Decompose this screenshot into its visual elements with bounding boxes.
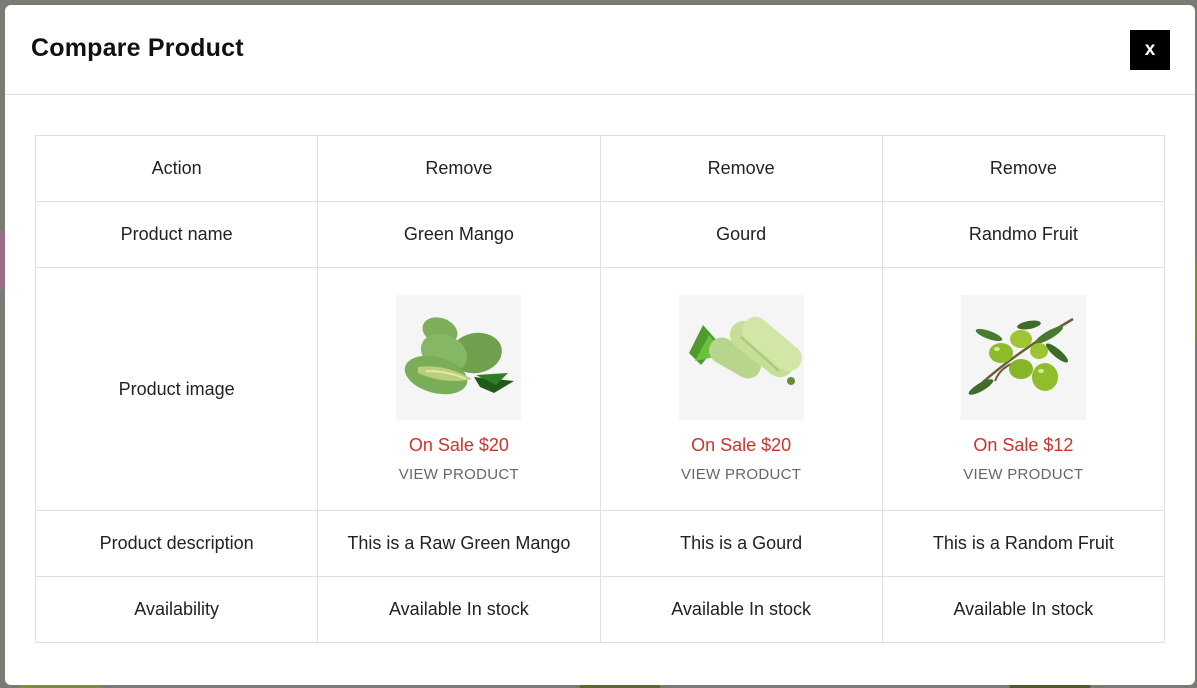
product-image-cell: On Sale $20 VIEW PRODUCT (317, 267, 601, 511)
product-name: Green Mango (317, 201, 601, 268)
view-product-link[interactable]: VIEW PRODUCT (883, 466, 1164, 483)
table-row-product-name: Product name Green Mango Gourd Randmo Fr… (34, 201, 1166, 268)
view-product-link[interactable]: VIEW PRODUCT (601, 466, 882, 483)
remove-link[interactable]: Remove (425, 158, 492, 178)
product-availability: Available In stock (881, 576, 1166, 643)
product-availability: Available In stock (599, 576, 883, 643)
row-label: Availability (34, 576, 319, 643)
product-image-cell: On Sale $20 VIEW PRODUCT (599, 267, 883, 511)
green-mango-image[interactable] (396, 295, 522, 420)
close-button[interactable]: x (1130, 30, 1170, 70)
row-label: Product description (34, 510, 319, 577)
modal-title: Compare Product (31, 34, 244, 62)
product-cell: Remove (881, 135, 1166, 202)
product-description: This is a Random Fruit (881, 510, 1166, 577)
view-product-link[interactable]: VIEW PRODUCT (318, 466, 599, 483)
compare-table: Action Remove Remove Remove Product name… (34, 135, 1166, 643)
olive-fruit-image[interactable] (960, 295, 1086, 420)
product-description: This is a Gourd (599, 510, 883, 577)
remove-link[interactable]: Remove (990, 158, 1057, 178)
row-label: Product image (34, 267, 319, 511)
table-row-availability: Availability Available In stock Availabl… (34, 576, 1166, 643)
remove-link[interactable]: Remove (708, 158, 775, 178)
product-cell: Remove (317, 135, 601, 202)
product-price: On Sale $20 (691, 435, 792, 455)
product-description: This is a Raw Green Mango (317, 510, 601, 577)
table-row-product-image: Product image On Sale $20 VIEW PRODUCT O… (34, 267, 1166, 511)
product-name: Randmo Fruit (881, 201, 1166, 268)
table-row-action: Action Remove Remove Remove (34, 135, 1166, 202)
product-cell: Remove (599, 135, 883, 202)
row-label: Product name (34, 201, 319, 268)
modal-header: Compare Product x (5, 5, 1195, 95)
product-price: On Sale $12 (973, 435, 1074, 455)
product-image-cell: On Sale $12 VIEW PRODUCT (881, 267, 1166, 511)
product-price: On Sale $20 (408, 435, 509, 455)
row-label: Action (34, 135, 319, 202)
gourd-image[interactable] (678, 295, 804, 420)
product-availability: Available In stock (317, 576, 601, 643)
product-name: Gourd (599, 201, 883, 268)
table-row-product-description: Product description This is a Raw Green … (34, 510, 1166, 577)
compare-product-modal: Compare Product x Action Remove Remove R… (5, 5, 1195, 685)
